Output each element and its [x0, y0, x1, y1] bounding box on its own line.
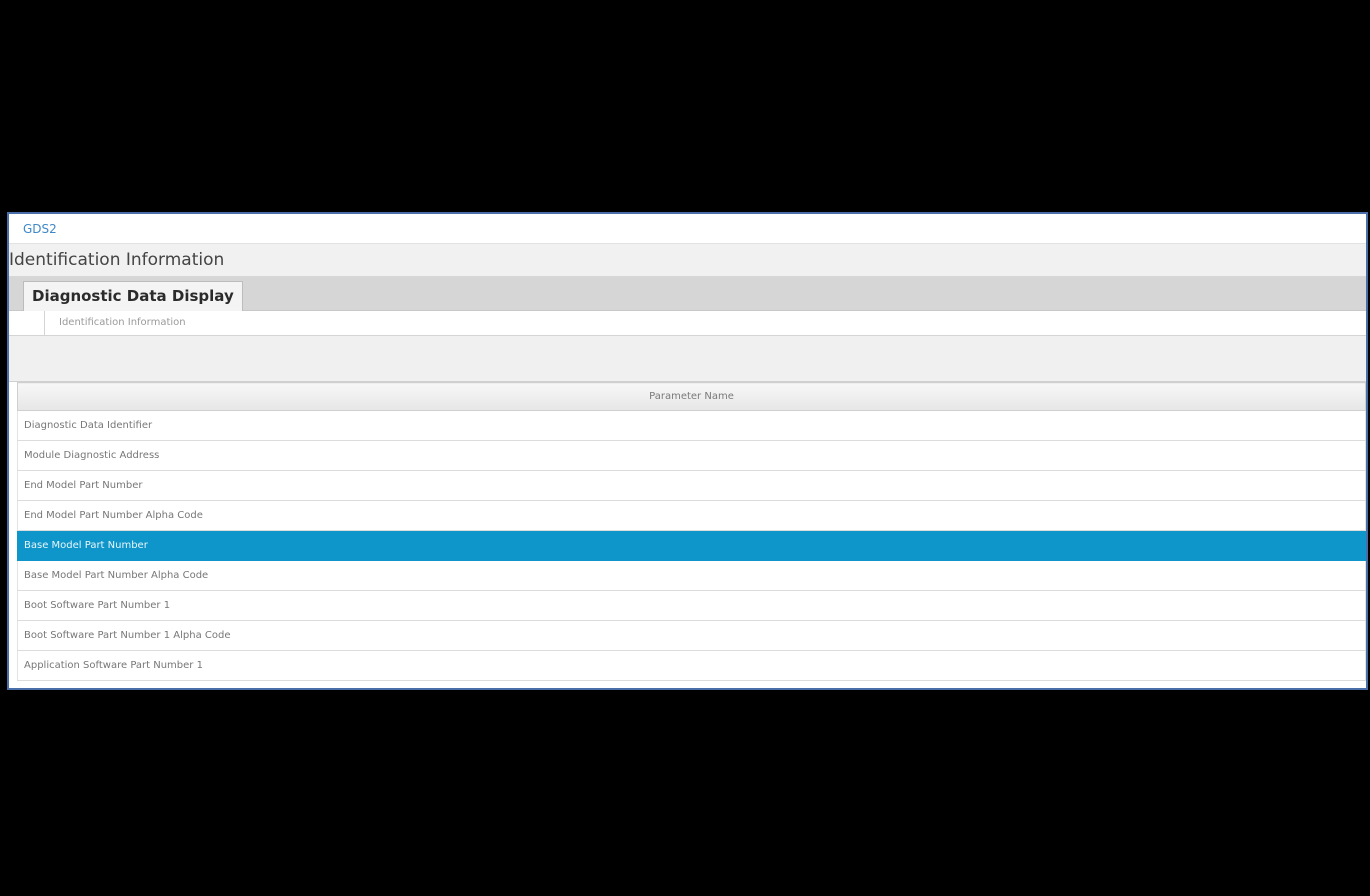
table-row[interactable]: Application Software Part Number 1 — [17, 650, 1366, 681]
section-heading: Identification Information — [9, 250, 225, 270]
breadcrumb-item[interactable]: Identification Information — [59, 311, 186, 335]
table-cell-parameter-name[interactable]: End Model Part Number Alpha Code — [17, 500, 1366, 531]
table-row[interactable]: Boot Software Part Number 1 — [17, 590, 1366, 621]
table-area: Parameter Name Diagnostic Data Identifie… — [9, 382, 1366, 681]
table-cell-parameter-name[interactable]: Boot Software Part Number 1 Alpha Code — [17, 620, 1366, 651]
tab-diagnostic-data-display[interactable]: Diagnostic Data Display — [23, 281, 243, 311]
table-cell-parameter-name[interactable]: Base Model Part Number Alpha Code — [17, 560, 1366, 591]
table-cell-parameter-name[interactable]: Diagnostic Data Identifier — [17, 410, 1366, 441]
table-cell-parameter-name[interactable]: Module Diagnostic Address — [17, 440, 1366, 471]
table-row[interactable]: Diagnostic Data Identifier — [17, 410, 1366, 441]
column-header-parameter-name[interactable]: Parameter Name — [17, 382, 1366, 411]
table-cell-parameter-name[interactable]: Boot Software Part Number 1 — [17, 590, 1366, 621]
app-title: GDS2 — [23, 222, 57, 236]
parameter-table: Parameter Name Diagnostic Data Identifie… — [17, 382, 1366, 681]
breadcrumb: Identification Information — [9, 311, 1366, 336]
tab-label: Diagnostic Data Display — [32, 287, 234, 305]
section-header: Identification Information — [9, 244, 1366, 277]
table-header-row: Parameter Name — [17, 382, 1366, 411]
breadcrumb-toggle[interactable] — [23, 311, 45, 335]
tab-strip: Diagnostic Data Display — [9, 277, 1366, 311]
table-cell-parameter-name[interactable]: Application Software Part Number 1 — [17, 650, 1366, 681]
screen: GDS2 Identification Information Diagnost… — [0, 0, 1370, 896]
table-cell-parameter-name[interactable]: Base Model Part Number — [17, 530, 1366, 561]
table-row[interactable]: End Model Part Number — [17, 470, 1366, 501]
app-window: GDS2 Identification Information Diagnost… — [7, 212, 1368, 690]
title-bar: GDS2 — [9, 214, 1366, 244]
table-row[interactable]: Base Model Part Number Alpha Code — [17, 560, 1366, 591]
table-row[interactable]: Module Diagnostic Address — [17, 440, 1366, 471]
toolbar-area — [9, 336, 1366, 382]
table-row[interactable]: End Model Part Number Alpha Code — [17, 500, 1366, 531]
table-row[interactable]: Boot Software Part Number 1 Alpha Code — [17, 620, 1366, 651]
table-cell-parameter-name[interactable]: End Model Part Number — [17, 470, 1366, 501]
table-row[interactable]: Base Model Part Number — [17, 530, 1366, 561]
table-body: Diagnostic Data Identifier Module Diagnos… — [17, 410, 1366, 681]
